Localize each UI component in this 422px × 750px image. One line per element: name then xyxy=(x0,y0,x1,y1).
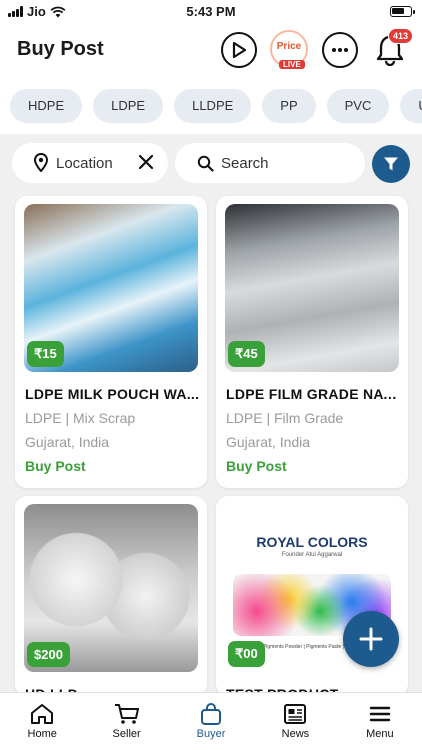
post-card[interactable]: ₹45 LDPE FILM GRADE NAT... LDPE | Film G… xyxy=(216,196,408,488)
price-live-label: Price xyxy=(276,40,302,52)
chip-ldpe[interactable]: LDPE xyxy=(93,89,164,123)
nav-news[interactable]: News xyxy=(253,693,337,750)
bottom-nav: Home Seller Buyer News Menu xyxy=(0,692,422,750)
buy-post-link[interactable]: Buy Post xyxy=(25,458,86,474)
chip-upvc[interactable]: UPVC xyxy=(400,89,422,123)
filter-button[interactable] xyxy=(372,145,410,183)
nav-buyer[interactable]: Buyer xyxy=(169,693,253,750)
chip-pp[interactable]: PP xyxy=(262,89,316,123)
status-bar: Jio 5:43 PM xyxy=(0,0,422,24)
nav-home[interactable]: Home xyxy=(0,693,84,750)
location-pin-icon xyxy=(34,153,48,172)
post-category: LDPE | Mix Scrap xyxy=(25,410,136,426)
status-time: 5:43 PM xyxy=(186,4,236,19)
add-post-button[interactable] xyxy=(343,611,399,667)
notifications-button[interactable]: 413 xyxy=(372,28,414,68)
post-title: LDPE MILK POUCH WA... xyxy=(25,386,200,402)
post-card[interactable]: ₹15 LDPE MILK POUCH WA... LDPE | Mix Scr… xyxy=(15,196,207,488)
newspaper-icon xyxy=(284,704,307,724)
live-tag: LIVE xyxy=(279,60,305,69)
location-field[interactable]: Location xyxy=(12,143,168,183)
category-chips-bar: HDPE LDPE LLDPE PP PVC UPVC xyxy=(0,76,422,134)
post-image: ₹15 xyxy=(24,204,198,372)
search-input[interactable]: Search xyxy=(175,143,365,183)
post-category: LDPE | Film Grade xyxy=(226,410,344,426)
chip-lldpe[interactable]: LLDPE xyxy=(174,89,252,123)
post-title: LDPE FILM GRADE NAT... xyxy=(226,386,402,402)
location-label: Location xyxy=(56,154,113,172)
chip-pvc[interactable]: PVC xyxy=(326,89,390,123)
post-location: Gujarat, India xyxy=(25,434,110,450)
nav-seller-label: Seller xyxy=(112,728,141,740)
app-header: Buy Post Price LIVE 413 xyxy=(0,24,422,76)
price-badge: ₹45 xyxy=(228,341,265,367)
search-icon xyxy=(197,155,214,172)
post-card[interactable]: $200 HD LLD... xyxy=(15,496,207,696)
post-image: $200 xyxy=(24,504,198,672)
chip-hdpe[interactable]: HDPE xyxy=(10,89,83,123)
search-placeholder: Search xyxy=(221,154,269,172)
price-live-button[interactable]: Price LIVE xyxy=(270,30,308,69)
battery-icon xyxy=(390,6,415,17)
funnel-icon xyxy=(384,157,398,171)
plus-icon xyxy=(359,627,383,651)
nav-buyer-label: Buyer xyxy=(196,728,226,740)
close-icon[interactable] xyxy=(138,154,154,170)
menu-icon xyxy=(369,706,391,722)
nav-home-label: Home xyxy=(27,728,57,740)
cart-icon xyxy=(114,704,139,724)
category-chips: HDPE LDPE LLDPE PP PVC UPVC xyxy=(10,89,422,123)
nav-news-label: News xyxy=(281,728,310,740)
play-icon xyxy=(232,42,246,58)
price-badge: ₹15 xyxy=(27,341,64,367)
bag-icon xyxy=(201,703,222,725)
nav-seller[interactable]: Seller xyxy=(84,693,168,750)
price-badge: $200 xyxy=(27,642,70,667)
price-badge: ₹00 xyxy=(228,641,265,667)
notification-badge: 413 xyxy=(388,28,414,44)
image-founder-text: Founder Atul Aggarwal xyxy=(281,552,343,558)
post-image: ₹45 xyxy=(225,204,399,372)
chat-button[interactable] xyxy=(322,32,358,68)
chat-icon xyxy=(332,48,348,52)
page-title: Buy Post xyxy=(17,38,104,60)
buy-post-link[interactable]: Buy Post xyxy=(226,458,287,474)
play-button[interactable] xyxy=(221,32,257,68)
nav-menu[interactable]: Menu xyxy=(338,693,422,750)
home-icon xyxy=(31,704,54,724)
post-card[interactable]: ROYAL COLORS Founder Atul Aggarwal All T… xyxy=(216,496,408,696)
nav-menu-label: Menu xyxy=(366,728,394,740)
post-location: Gujarat, India xyxy=(226,434,311,450)
image-brand-text: ROYAL COLORS xyxy=(256,534,368,550)
